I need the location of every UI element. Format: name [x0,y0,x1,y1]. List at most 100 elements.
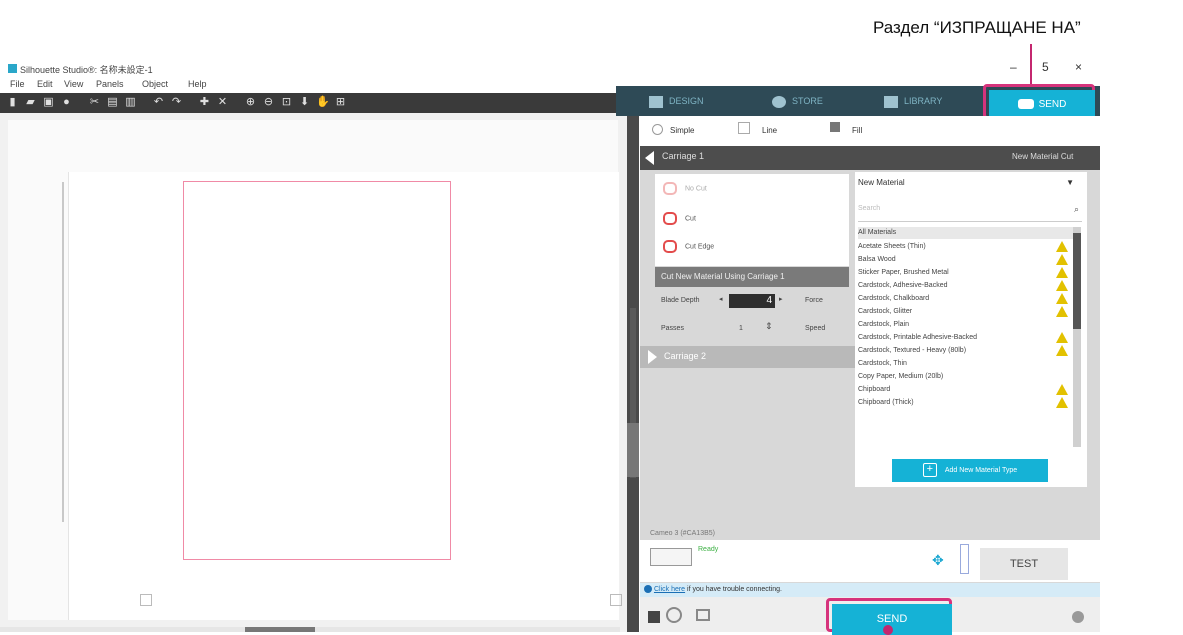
list-item[interactable]: Cardstock, Glitter [858,306,1068,318]
passes-stepper-icon[interactable]: ⇕ [765,321,773,332]
warning-icon [1056,241,1068,252]
list-item[interactable]: Chipboard [858,384,1068,396]
list-item[interactable]: Cardstock, Thin [858,358,1068,370]
carriage-2-label: Carriage 2 [664,351,707,361]
store-icon [772,95,786,108]
undo-icon[interactable]: ↶ [152,96,165,109]
blade-depth-value[interactable]: 4 [729,294,775,308]
mode-simple[interactable]: Simple [670,126,694,135]
device-action-icon[interactable] [696,609,710,621]
select-icon[interactable]: ✚ [198,96,211,109]
add-material-button[interactable]: + Add New Material Type [892,459,1048,482]
expand-arrow-icon[interactable] [648,350,657,364]
material-list-scrollbar[interactable] [1073,227,1081,447]
splitter-handle[interactable] [627,423,639,477]
carriage-2-header[interactable]: Carriage 2 [640,346,855,368]
hand-pan-icon[interactable]: ✋ [316,96,330,109]
tab-design[interactable]: DESIGN [649,86,704,116]
pan-down-icon[interactable]: ⬇ [298,96,311,109]
cut-option-cut[interactable]: Cut [663,212,696,225]
panel-toggle-icon[interactable] [648,611,660,623]
grid-options-icon[interactable] [610,594,622,606]
menu-bar: File Edit View Panels Object Help [0,78,620,92]
list-item[interactable]: Acetate Sheets (Thin) [858,241,1068,253]
gear-icon[interactable] [1072,611,1084,623]
zoom-select-icon[interactable]: ⊡ [280,96,293,109]
move-arrows-icon[interactable]: ✥ [932,552,944,569]
zoom-in-icon[interactable]: ⊕ [244,96,257,109]
origin-selector-icon[interactable] [960,544,969,574]
material-search-placeholder: Search [858,205,881,212]
connection-help-bar: Click here if you have trouble connectin… [640,583,1100,597]
mode-fill[interactable]: Fill [852,126,862,135]
cut-edge-icon [663,240,677,253]
passes-value[interactable]: 1 [739,325,743,332]
warning-icon [1056,254,1068,265]
page-options-icon[interactable] [140,594,152,606]
list-item[interactable]: Copy Paper, Medium (20lb) [858,371,1068,383]
blade-depth-increase-icon[interactable]: ▸ [779,295,783,303]
cut-options-list: No Cut Cut Cut Edge [655,174,849,266]
help-link[interactable]: Click here [654,586,685,593]
menu-panels[interactable]: Panels [96,79,124,89]
main-toolbar: ▮ ▰ ▣ ● ✂ ▤ ▥ ↶ ↷ ✚ ✕ ⊕ ⊖ ⊡ ⬇ ✋ ⊞ [0,93,633,113]
paste-icon[interactable]: ▥ [124,96,137,109]
cutter-icon [1017,99,1034,110]
copy-icon[interactable]: ▤ [106,96,119,109]
minimize-button[interactable]: – [1010,60,1017,74]
list-item[interactable]: Chipboard (Thick) [858,397,1068,409]
list-item[interactable]: Sticker Paper, Brushed Metal [858,267,1068,279]
cutter-device-icon [650,548,692,566]
maximize-button[interactable]: 5 [1042,60,1049,74]
list-item[interactable]: Cardstock, Adhesive-Backed [858,280,1068,292]
list-item-label: Cardstock, Chalkboard [858,295,930,302]
tab-send[interactable]: SEND [989,90,1095,119]
blade-depth-decrease-icon[interactable]: ◂ [719,295,723,303]
menu-file[interactable]: File [10,79,25,89]
list-item[interactable]: Cardstock, Chalkboard [858,293,1068,305]
device-status-row: Ready ✥ TEST [640,540,1100,582]
fit-page-icon[interactable]: ⊞ [334,96,347,109]
cut-option-no-cut[interactable]: No Cut [663,182,707,195]
close-button[interactable]: × [1075,60,1082,74]
collapse-arrow-icon[interactable] [645,151,654,165]
open-folder-icon[interactable]: ▰ [24,96,37,109]
list-item-label: Cardstock, Thin [858,360,907,367]
line-mode-icon[interactable] [738,122,750,134]
new-file-icon[interactable]: ▮ [6,96,19,109]
cut-option-cut-edge[interactable]: Cut Edge [663,240,714,253]
list-item[interactable]: Cardstock, Plain [858,319,1068,331]
material-dropdown[interactable]: New Material ▼ [858,178,1080,194]
scrollbar-thumb[interactable] [245,627,315,632]
panel-splitter[interactable] [627,113,639,632]
tab-library[interactable]: LIBRARY [884,86,942,116]
test-button[interactable]: TEST [980,548,1068,580]
horizontal-scrollbar[interactable] [0,627,620,632]
warning-icon [1056,280,1068,291]
annotation-marker-bottom [883,625,893,635]
list-item[interactable]: All Materials [858,227,1073,239]
warning-icon [1056,332,1068,343]
list-item[interactable]: Balsa Wood [858,254,1068,266]
menu-edit[interactable]: Edit [37,79,53,89]
redo-icon[interactable]: ↷ [170,96,183,109]
cut-border [183,181,451,560]
material-search-input[interactable]: Search ⌕ [858,204,1082,222]
material-scroll-thumb[interactable] [1073,233,1081,329]
fill-mode-icon[interactable] [830,122,840,132]
mode-line[interactable]: Line [762,126,777,135]
send-settings-icon[interactable] [666,607,682,623]
list-item[interactable]: Cardstock, Printable Adhesive-Backed [858,332,1068,344]
carriage-1-header[interactable]: Carriage 1 New Material Cut [640,146,1100,170]
tab-store[interactable]: STORE [772,86,823,116]
simple-mode-icon[interactable] [652,124,663,135]
menu-object[interactable]: Object [142,79,168,89]
cut-icon[interactable]: ✂ [88,96,101,109]
print-icon[interactable]: ● [60,96,73,109]
menu-view[interactable]: View [64,79,83,89]
zoom-out-icon[interactable]: ⊖ [262,96,275,109]
save-icon[interactable]: ▣ [42,96,55,109]
deselect-icon[interactable]: ✕ [216,96,229,109]
menu-help[interactable]: Help [188,79,207,89]
list-item[interactable]: Cardstock, Textured - Heavy (80lb) [858,345,1068,357]
